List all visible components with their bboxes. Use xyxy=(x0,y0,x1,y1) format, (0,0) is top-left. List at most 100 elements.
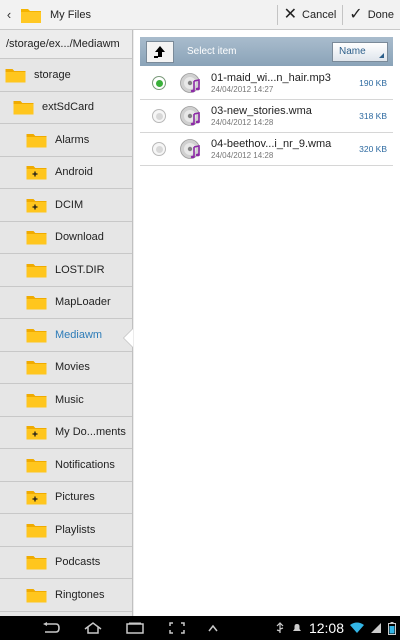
menu-up-button[interactable] xyxy=(198,616,228,640)
checkmark-icon: ✓ xyxy=(349,5,363,23)
usb-icon xyxy=(276,622,284,633)
back-chevron-icon[interactable]: ‹ xyxy=(2,0,16,30)
file-name: 04-beethov...i_nr_9.wma xyxy=(211,138,332,150)
file-list-panel: Select item Name 01-maid_wi...n_hair.mp3… xyxy=(134,30,400,616)
selection-pointer xyxy=(124,329,133,347)
folder-icon xyxy=(26,523,47,538)
status-area: 12:08 xyxy=(275,616,396,640)
up-folder-button[interactable] xyxy=(146,40,174,63)
tree-item-my-do-ments[interactable]: My Do...ments xyxy=(0,417,132,449)
file-info: 04-beethov...i_nr_9.wma 24/04/2012 14:28 xyxy=(211,138,359,160)
tree-item-label: Movies xyxy=(55,361,90,374)
radio-dot xyxy=(155,79,163,87)
action-bar: ‹ My Files ✕ Cancel ✓ Done xyxy=(0,0,400,30)
tree-item-notifications[interactable]: Notifications xyxy=(0,449,132,482)
tree-item-lost-dir[interactable]: LOST.DIR xyxy=(0,254,132,287)
file-date: 24/04/2012 14:27 xyxy=(211,85,274,94)
close-icon: ✕ xyxy=(283,5,298,23)
select-radio[interactable] xyxy=(152,76,166,90)
file-size: 320 KB xyxy=(359,144,387,154)
tree-item-podcasts[interactable]: Podcasts xyxy=(0,547,132,579)
home-icon xyxy=(84,622,102,634)
folder-icon xyxy=(26,296,47,310)
tree-item-download[interactable]: Download xyxy=(0,222,132,254)
audio-file-icon xyxy=(180,106,200,126)
tree-item-label: LOST.DIR xyxy=(55,263,105,276)
current-path: /storage/ex.../Mediawm xyxy=(0,30,132,59)
app-title: My Files xyxy=(50,8,91,21)
tree-item-label: Ringtones xyxy=(55,588,105,601)
home-nav-button[interactable] xyxy=(72,616,114,640)
tree-item-music[interactable]: Music xyxy=(0,384,132,417)
tree-item-label: storage xyxy=(34,68,71,81)
file-row[interactable]: 01-maid_wi...n_hair.mp3 24/04/2012 14:27 1… xyxy=(140,67,393,100)
cancel-label: Cancel xyxy=(302,8,337,21)
folder-icon xyxy=(26,263,47,278)
list-header-bar: Select item Name xyxy=(140,37,393,66)
file-date: 24/04/2012 14:28 xyxy=(211,118,274,127)
signal-icon xyxy=(371,623,381,633)
radio-dot xyxy=(155,112,163,120)
notification-icon xyxy=(292,624,301,631)
cancel-button[interactable]: ✕ Cancel xyxy=(278,0,343,30)
folder-icon xyxy=(26,133,47,148)
file-info: 01-maid_wi...n_hair.mp3 24/04/2012 14:27 xyxy=(211,72,359,94)
folder-icon xyxy=(13,101,34,115)
back-nav-button[interactable] xyxy=(30,616,72,640)
tree-item-mediawm[interactable]: Mediawm xyxy=(0,319,132,352)
sort-dropdown[interactable]: Name xyxy=(332,41,388,62)
file-size: 190 KB xyxy=(359,78,387,88)
tree-item-dcim[interactable]: DCIM xyxy=(0,189,132,222)
tree-item-ringtones[interactable]: Ringtones xyxy=(0,579,132,612)
tree-item-label: Podcasts xyxy=(55,556,101,569)
file-size: 318 KB xyxy=(359,111,387,121)
folder-icon xyxy=(26,328,47,343)
chevron-up-icon xyxy=(208,624,218,632)
tree-item-label: Download xyxy=(55,231,104,244)
folder-icon xyxy=(26,588,47,603)
tree-item-label: MapLoader xyxy=(55,296,111,309)
folder-icon xyxy=(26,556,47,570)
tree-item-movies[interactable]: Movies xyxy=(0,352,132,384)
tree-item-storage[interactable]: storage xyxy=(0,59,132,92)
tree-item-label: My Do...ments xyxy=(55,426,126,439)
folder-icon xyxy=(26,231,47,245)
tree-item-label: Pictures xyxy=(55,491,95,504)
back-icon xyxy=(43,622,60,633)
folder-icon xyxy=(26,393,47,408)
tree-item-label: Mediawm xyxy=(55,328,103,341)
file-row[interactable]: 04-beethov...i_nr_9.wma 24/04/2012 14:28 3… xyxy=(140,133,393,166)
tree-item-maploader[interactable]: MapLoader xyxy=(0,287,132,319)
file-row[interactable]: 03-new_stories.wma 24/04/2012 14:28 318 KB xyxy=(140,100,393,133)
select-item-label: Select item xyxy=(187,46,237,57)
tree-item-playlists[interactable]: Playlists xyxy=(0,514,132,547)
tree-item-label: Notifications xyxy=(55,458,115,471)
file-info: 03-new_stories.wma 24/04/2012 14:28 xyxy=(211,105,359,127)
tree-item-android[interactable]: Android xyxy=(0,157,132,189)
tree-item-label: Playlists xyxy=(55,523,96,536)
tree-item-label: Alarms xyxy=(55,133,90,146)
tree-item-pictures[interactable]: Pictures xyxy=(0,482,132,514)
dropdown-corner-icon xyxy=(379,52,384,58)
folder-icon xyxy=(26,166,47,180)
file-name: 03-new_stories.wma xyxy=(211,105,312,117)
done-button[interactable]: ✓ Done xyxy=(343,0,400,30)
screenshot-button[interactable] xyxy=(156,616,198,640)
file-date: 24/04/2012 14:28 xyxy=(211,151,274,160)
tree-item-alarms[interactable]: Alarms xyxy=(0,124,132,157)
tree-item-extsdcard[interactable]: extSdCard xyxy=(0,92,132,124)
tree-item-label: extSdCard xyxy=(42,101,94,114)
tree-item-label: DCIM xyxy=(55,198,84,211)
folder-icon xyxy=(26,491,47,505)
audio-file-icon xyxy=(180,139,200,159)
select-radio[interactable] xyxy=(152,142,166,156)
folder-icon xyxy=(26,198,47,213)
select-radio[interactable] xyxy=(152,109,166,123)
folder-icon xyxy=(5,68,26,83)
folder-tree-list: storage extSdCard Alarms Android DCIM Downloa… xyxy=(0,59,132,612)
recent-apps-button[interactable] xyxy=(114,616,156,640)
wifi-icon xyxy=(350,622,364,633)
sort-label: Name xyxy=(339,46,366,57)
app-folder-icon[interactable] xyxy=(16,0,46,30)
folder-icon xyxy=(26,361,47,375)
